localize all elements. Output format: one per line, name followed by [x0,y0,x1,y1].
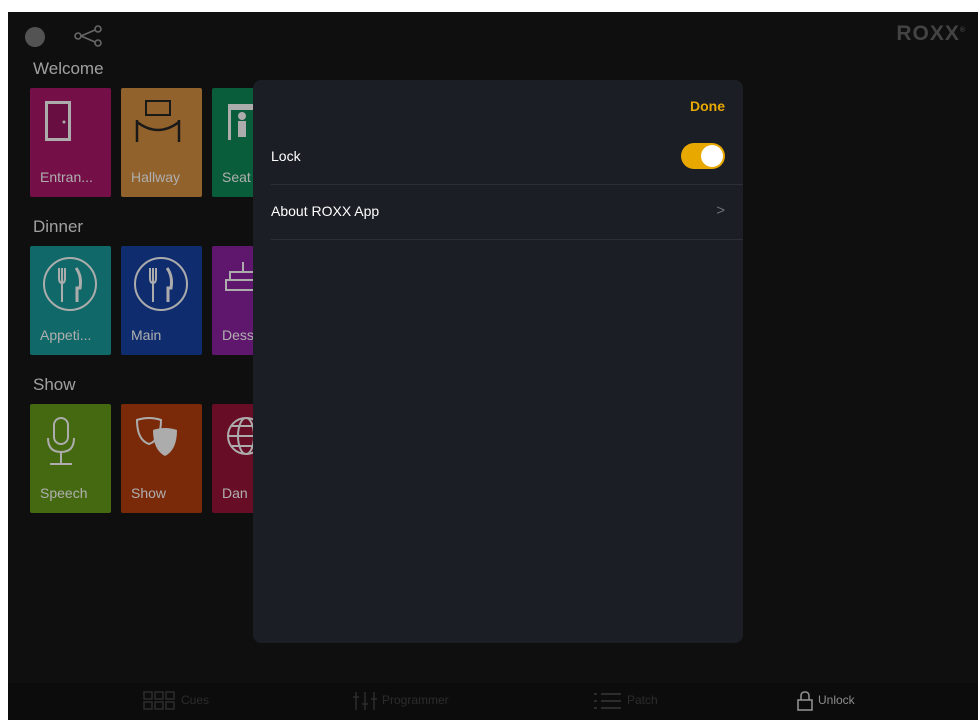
lock-label: Lock [271,148,301,164]
done-button[interactable]: Done [690,98,725,114]
lock-toggle[interactable] [681,143,725,169]
about-label: About ROXX App [271,203,380,219]
lock-row: Lock [271,130,743,185]
app-screen: ROXX® Welcome Entran... Hallway Seat Din… [8,12,978,720]
toggle-knob [701,145,723,167]
chevron-right-icon: > [716,202,725,219]
settings-modal: Done Lock About ROXX App > [253,80,743,643]
about-row[interactable]: About ROXX App > [271,185,743,240]
